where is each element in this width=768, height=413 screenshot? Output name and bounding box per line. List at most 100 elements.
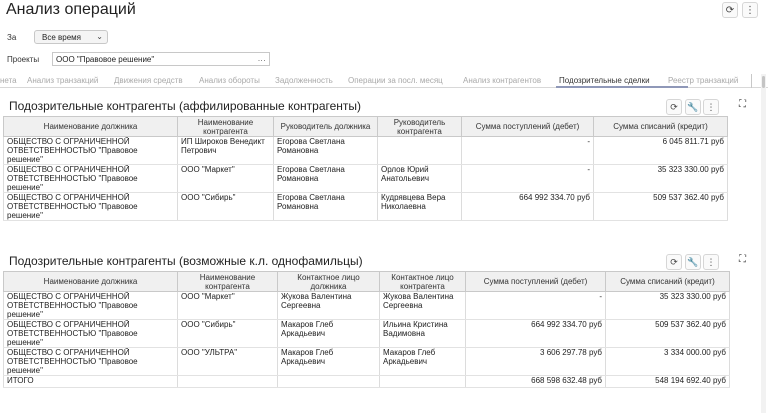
- col-counterparty-contact[interactable]: Контактное лицо контрагента: [379, 271, 466, 292]
- affiliated-table: Наименование должника Наименование контр…: [3, 116, 728, 221]
- cell-debtor-contact: Макаров Глеб Аркадьевич: [277, 319, 380, 348]
- cell-debtor-head: Егорова Светлана Романовна: [273, 192, 378, 221]
- cell-debtor: ОБЩЕСТВО С ОГРАНИЧЕННОЙ ОТВЕТСТВЕННОСТЬЮ…: [3, 192, 178, 221]
- table-row[interactable]: ОБЩЕСТВО С ОГРАНИЧЕННОЙ ОТВЕТСТВЕННОСТЬЮ…: [3, 164, 728, 193]
- col-credit[interactable]: Сумма списаний (кредит): [593, 116, 728, 137]
- cell-debit: 664 992 334.70 руб: [461, 192, 594, 221]
- cell-counterparty: ИП Широков Венедикт Петрович: [177, 136, 274, 165]
- wrench-icon: 🔧: [687, 256, 699, 267]
- cell-counterparty: ООО "Маркет": [177, 164, 274, 193]
- tab-turnover-analysis[interactable]: Анализ обороты: [199, 76, 260, 85]
- expand-icon[interactable]: ⛶: [739, 254, 746, 265]
- col-counterparty-head[interactable]: Руководитель контрагента: [377, 116, 462, 137]
- cell-debtor: ОБЩЕСТВО С ОГРАНИЧЕННОЙ ОТВЕТСТВЕННОСТЬЮ…: [3, 136, 178, 165]
- col-debtor-contact[interactable]: Контактное лицо должника: [277, 271, 380, 292]
- cell-counterparty-head: Кудрявцева Вера Николаевна: [377, 192, 462, 221]
- section-affiliated-title: Подозрительные контрагенты (аффилированн…: [9, 99, 362, 113]
- refresh-icon: ⟳: [725, 4, 735, 16]
- cell-debtor-head: Егорова Светлана Романовна: [273, 164, 378, 193]
- col-debtor[interactable]: Наименование должника: [3, 271, 178, 292]
- section1-refresh-button[interactable]: ⟳: [666, 99, 682, 115]
- cell-debtor: ОБЩЕСТВО С ОГРАНИЧЕННОЙ ОТВЕТСТВЕННОСТЬЮ…: [3, 164, 178, 193]
- total-debit: 668 598 632.48 руб: [465, 375, 606, 388]
- projects-label: Проекты: [7, 55, 40, 64]
- table-row[interactable]: ОБЩЕСТВО С ОГРАНИЧЕННОЙ ОТВЕТСТВЕННОСТЬЮ…: [3, 192, 728, 221]
- cell-credit: 6 045 811.71 руб: [593, 136, 728, 165]
- tabs-scroll-separator: [751, 74, 752, 88]
- cell-credit: 35 323 330.00 руб: [593, 164, 728, 193]
- projects-field[interactable]: ООО "Правовое решение" ...: [52, 52, 270, 66]
- section-namesakes-title: Подозрительные контрагенты (возможные к.…: [9, 254, 363, 268]
- period-label: За: [7, 33, 17, 42]
- tab-counterparty-analysis[interactable]: Анализ контрагентов: [463, 76, 541, 85]
- cell-counterparty-contact: Жукова Валентина Сергеевна: [379, 291, 466, 320]
- cell-counterparty: ООО "Маркет": [177, 291, 278, 320]
- page-title: Анализ операций: [6, 1, 136, 18]
- section2-settings-button[interactable]: 🔧: [685, 254, 701, 270]
- cell-counterparty-contact: Ильина Кристина Вадимовна: [379, 319, 466, 348]
- wrench-icon: 🔧: [687, 101, 699, 112]
- tab-suspicious-deals[interactable]: Подозрительные сделки: [559, 76, 650, 85]
- more-vertical-icon: ⋮: [745, 4, 755, 16]
- cell-debit: -: [461, 164, 594, 193]
- cell-credit: 509 537 362.40 руб: [593, 192, 728, 221]
- cell-credit: 35 323 330.00 руб: [605, 291, 730, 320]
- cell-debit: 664 992 334.70 руб: [465, 319, 606, 348]
- scrollbar-thumb[interactable]: [762, 76, 765, 88]
- more-vertical-icon: ⋮: [706, 256, 716, 267]
- total-row: ИТОГО 668 598 632.48 руб 548 194 692.40 …: [3, 375, 730, 388]
- section1-settings-button[interactable]: 🔧: [685, 99, 701, 115]
- table-row[interactable]: ОБЩЕСТВО С ОГРАНИЧЕННОЙ ОТВЕТСТВЕННОСТЬЮ…: [3, 291, 730, 320]
- cell-counterparty-contact: Макаров Глеб Аркадьевич: [379, 347, 466, 376]
- cell-counterparty-head: Орлов Юрий Анатольевич: [377, 164, 462, 193]
- tab-transaction-registry[interactable]: Реестр транзакций: [668, 76, 738, 85]
- col-debit[interactable]: Сумма поступлений (дебет): [465, 271, 606, 292]
- projects-picker-button[interactable]: ...: [258, 54, 266, 63]
- more-vertical-icon: ⋮: [706, 101, 716, 112]
- section2-refresh-button[interactable]: ⟳: [666, 254, 682, 270]
- section2-more-button[interactable]: ⋮: [703, 254, 719, 270]
- cell-debtor: ОБЩЕСТВО С ОГРАНИЧЕННОЙ ОТВЕТСТВЕННОСТЬЮ…: [3, 291, 178, 320]
- refresh-icon: ⟳: [670, 101, 678, 112]
- total-label: ИТОГО: [3, 375, 178, 388]
- period-value: Все время: [42, 33, 81, 42]
- col-counterparty[interactable]: Наименование контрагента: [177, 271, 278, 292]
- cell-counterparty-head: [377, 136, 462, 165]
- table-row[interactable]: ОБЩЕСТВО С ОГРАНИЧЕННОЙ ОТВЕТСТВЕННОСТЬЮ…: [3, 347, 730, 376]
- refresh-icon: ⟳: [670, 256, 678, 267]
- tab-analytics[interactable]: нета: [0, 76, 17, 85]
- cell-debit: -: [465, 291, 606, 320]
- col-debtor[interactable]: Наименование должника: [3, 116, 178, 137]
- cell-counterparty: ООО "Сибирь": [177, 319, 278, 348]
- active-tab-indicator: [556, 86, 688, 88]
- cell-credit: 509 537 362.40 руб: [605, 319, 730, 348]
- expand-icon[interactable]: ⛶: [739, 99, 746, 110]
- vertical-scrollbar[interactable]: [761, 74, 766, 413]
- col-debit[interactable]: Сумма поступлений (дебет): [461, 116, 594, 137]
- cell-debtor: ОБЩЕСТВО С ОГРАНИЧЕННОЙ ОТВЕТСТВЕННОСТЬЮ…: [3, 319, 178, 348]
- tab-cash-flows[interactable]: Движения средств: [114, 76, 183, 85]
- cell-debtor-head: Егорова Светлана Романовна: [273, 136, 378, 165]
- col-credit[interactable]: Сумма списаний (кредит): [605, 271, 730, 292]
- table-row[interactable]: ОБЩЕСТВО С ОГРАНИЧЕННОЙ ОТВЕТСТВЕННОСТЬЮ…: [3, 319, 730, 348]
- projects-value: ООО "Правовое решение": [56, 55, 155, 64]
- total-empty: [177, 375, 278, 388]
- table-row[interactable]: ОБЩЕСТВО С ОГРАНИЧЕННОЙ ОТВЕТСТВЕННОСТЬЮ…: [3, 136, 728, 165]
- section1-more-button[interactable]: ⋮: [703, 99, 719, 115]
- period-select[interactable]: Все время ⌄: [34, 30, 108, 44]
- chevron-down-icon: ⌄: [96, 32, 103, 41]
- refresh-button[interactable]: ⟳: [722, 2, 738, 18]
- col-counterparty[interactable]: Наименование контрагента: [177, 116, 274, 137]
- cell-debtor: ОБЩЕСТВО С ОГРАНИЧЕННОЙ ОТВЕТСТВЕННОСТЬЮ…: [3, 347, 178, 376]
- cell-counterparty: ООО "Сибирь": [177, 192, 274, 221]
- tab-debts[interactable]: Задолженность: [275, 76, 333, 85]
- col-debtor-head[interactable]: Руководитель должника: [273, 116, 378, 137]
- namesakes-table: Наименование должника Наименование контр…: [3, 271, 730, 388]
- tab-transactions-analysis[interactable]: Анализ транзакций: [27, 76, 98, 85]
- total-empty: [379, 375, 466, 388]
- tab-last-month[interactable]: Операции за посл. месяц: [348, 76, 443, 85]
- cell-debtor-contact: Макаров Глеб Аркадьевич: [277, 347, 380, 376]
- cell-debit: -: [461, 136, 594, 165]
- more-button[interactable]: ⋮: [742, 2, 758, 18]
- cell-debit: 3 606 297.78 руб: [465, 347, 606, 376]
